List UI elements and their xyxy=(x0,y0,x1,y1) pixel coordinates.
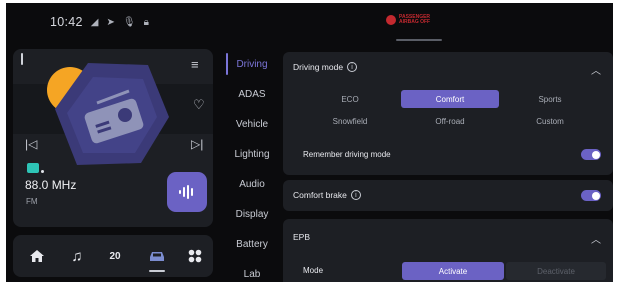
driving-mode-header[interactable]: Driving mode i xyxy=(293,62,358,72)
lock-icon: 🔒︎ xyxy=(143,16,149,28)
driving-mode-option-eco[interactable]: ECO xyxy=(301,90,399,108)
next-icon[interactable]: ▷| xyxy=(191,137,203,151)
car-icon xyxy=(150,252,164,261)
remember-driving-mode-toggle[interactable] xyxy=(581,149,601,160)
comfort-brake-panel: Comfort brake i xyxy=(283,180,613,211)
side-menu-item-battery[interactable]: Battery xyxy=(224,239,280,250)
clock: 10:42 xyxy=(50,15,83,29)
driving-mode-option-off-road[interactable]: Off-road xyxy=(401,112,499,130)
driving-mode-panel: Driving mode i ︿ ECO Comfort Sports Snow… xyxy=(283,52,613,175)
airbag-icon xyxy=(386,15,396,25)
side-menu-item-driving[interactable]: Driving xyxy=(224,59,280,70)
signal-icon: ◢ xyxy=(90,16,99,28)
home-icon xyxy=(30,250,44,262)
info-icon[interactable]: i xyxy=(350,190,361,200)
epb-panel: EPB ︿ Mode Activate Deactivate xyxy=(283,219,613,282)
waveform-icon xyxy=(179,185,193,199)
media-card[interactable]: ≡ ♡ |◁ ▷| 88.0 MHz FM xyxy=(13,49,213,227)
radio-band: FM xyxy=(26,197,38,206)
radio-frequency: 88.0 MHz xyxy=(25,178,77,192)
info-icon[interactable]: i xyxy=(347,62,358,72)
dock-active-indicator xyxy=(149,270,165,272)
driving-mode-option-sports[interactable]: Sports xyxy=(501,90,599,108)
comfort-brake-label: Comfort brake xyxy=(293,190,347,200)
side-menu-item-display[interactable]: Display xyxy=(224,209,280,220)
infotainment-screen: 10:42 ◢ ➤ 🎙︎ 🔒︎ PASSENGER AIRBAG OFF ≡ ♡… xyxy=(6,3,613,282)
dock-music[interactable]: ♫ xyxy=(59,235,95,277)
microphone-icon: 🎙︎ xyxy=(122,16,136,28)
notification-handle[interactable] xyxy=(396,39,442,41)
epb-title: EPB xyxy=(293,232,311,242)
driving-mode-title: Driving mode xyxy=(293,62,344,72)
side-menu-item-adas[interactable]: ADAS xyxy=(224,89,280,100)
epb-activate-button[interactable]: Activate xyxy=(402,262,504,280)
navigation-icon: ➤ xyxy=(106,16,115,28)
remember-driving-mode-label: Remember driving mode xyxy=(303,150,391,159)
apps-grid-icon xyxy=(188,249,202,263)
comfort-brake-header: Comfort brake i xyxy=(293,190,361,200)
epb-header[interactable]: EPB xyxy=(293,232,310,242)
epb-deactivate-button[interactable]: Deactivate xyxy=(506,262,606,280)
side-menu-item-lab[interactable]: Lab xyxy=(224,269,280,280)
dock-home[interactable] xyxy=(19,235,55,277)
app-dock: ♫ 20 xyxy=(13,235,213,277)
playlist-icon[interactable]: ≡ xyxy=(191,57,199,72)
epb-mode-label: Mode xyxy=(303,266,324,275)
comfort-brake-toggle[interactable] xyxy=(581,190,601,201)
dock-climate[interactable]: 20 xyxy=(97,235,133,277)
source-dot xyxy=(41,170,44,173)
toggle-knob xyxy=(591,150,600,159)
airbag-label: PASSENGER AIRBAG OFF xyxy=(399,14,431,25)
music-icon: ♫ xyxy=(71,247,83,265)
dock-vehicle[interactable] xyxy=(139,235,175,277)
driving-mode-option-custom[interactable]: Custom xyxy=(501,112,599,130)
previous-icon[interactable]: |◁ xyxy=(25,137,37,151)
status-bar: 10:42 ◢ ➤ 🎙︎ 🔒︎ xyxy=(50,13,149,31)
airbag-indicator: PASSENGER AIRBAG OFF xyxy=(386,15,437,25)
driving-mode-option-snowfield[interactable]: Snowfield xyxy=(301,112,399,130)
favorite-icon[interactable]: ♡ xyxy=(193,97,205,113)
radio-icon xyxy=(55,63,169,165)
chevron-up-icon[interactable]: ︿ xyxy=(591,231,601,246)
driving-mode-option-comfort[interactable]: Comfort xyxy=(401,90,499,108)
side-menu-item-lighting[interactable]: Lighting xyxy=(224,149,280,160)
toggle-knob xyxy=(591,191,600,200)
side-menu-item-audio[interactable]: Audio xyxy=(224,179,280,190)
chevron-up-icon[interactable]: ︿ xyxy=(591,62,601,77)
source-badge-icon xyxy=(27,163,39,173)
dock-apps[interactable] xyxy=(177,235,213,277)
side-menu-item-vehicle[interactable]: Vehicle xyxy=(224,119,280,130)
left-handle xyxy=(21,53,23,65)
voice-search-button[interactable] xyxy=(167,172,207,212)
climate-temperature: 20 xyxy=(109,250,121,262)
